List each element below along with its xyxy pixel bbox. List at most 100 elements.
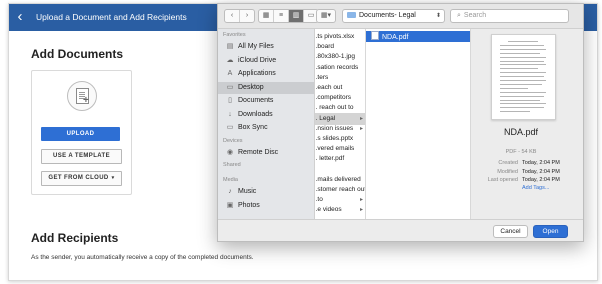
add-recipients-heading: Add Recipients <box>31 231 119 245</box>
list-item[interactable]: ...e videos ▸ <box>315 204 365 216</box>
search-placeholder: Search <box>463 12 487 19</box>
preview-info-key: Last opened <box>487 177 518 183</box>
text-line <box>500 76 544 78</box>
open-button[interactable]: Open <box>533 225 568 238</box>
text-line <box>500 111 530 113</box>
text-line <box>500 91 546 93</box>
sidebar-item[interactable]: ◉ Remote Disc <box>218 147 314 159</box>
sidebar-item[interactable]: ▭ Box Sync <box>218 122 314 134</box>
document-thumbnail <box>491 34 556 120</box>
dialog-footer: Cancel Open <box>218 219 583 241</box>
path-dropdown[interactable]: Documents- Legal ⬍ <box>342 9 445 23</box>
path-label: Documents- Legal <box>359 12 416 19</box>
folder-icon: ▭ <box>226 124 234 131</box>
preview-filename: NDA.pdf <box>503 127 538 137</box>
text-line <box>500 60 544 62</box>
list-item-label: NDA.pdf <box>382 34 409 41</box>
upload-card: + UPLOAD USE A TEMPLATE GET FROM CLOUD ▾ <box>31 70 132 195</box>
add-tags-link[interactable]: Add Tags... <box>522 185 549 191</box>
sidebar-item-label: Box Sync <box>238 124 268 131</box>
sidebar-item-label: All My Files <box>238 43 274 50</box>
arrange-button[interactable]: ▦▾ <box>316 9 336 23</box>
text-line <box>500 72 546 74</box>
search-icon: ⌕ <box>457 12 461 19</box>
text-line <box>500 83 542 85</box>
sidebar-section-label: Media <box>223 177 238 183</box>
back-button[interactable]: ‹ <box>225 10 240 22</box>
music-icon: ♪ <box>228 188 232 195</box>
text-line <box>500 95 544 97</box>
sidebar-item[interactable]: ▯ Documents <box>218 95 314 107</box>
preview-info-key: Created <box>498 160 518 166</box>
dialog-sidebar: Favorites ▤ All My Files ☁ iCloud Drive A Appl… <box>218 29 315 219</box>
recipients-note: As the sender, you automatically receive… <box>31 254 254 261</box>
sidebar-item[interactable]: ☁ iCloud Drive <box>218 55 314 67</box>
sidebar-item[interactable]: ▤ All My Files <box>218 41 314 53</box>
desktop-icon: ▭ <box>226 83 234 91</box>
sidebar-item[interactable]: ▭ Desktop <box>218 81 314 94</box>
folder-icon <box>347 12 356 18</box>
preview-info-key: Modified <box>497 168 518 175</box>
text-line <box>500 87 528 89</box>
text-line <box>500 80 546 81</box>
text-line <box>500 103 546 105</box>
all-files-icon: ▤ <box>226 43 234 50</box>
arrange-icon: ▦▾ <box>320 12 332 19</box>
sidebar-item[interactable]: ▣ Photos <box>218 200 314 212</box>
text-line <box>500 99 540 101</box>
list-item-label: ...e videos <box>315 206 342 214</box>
page-title: Upload a Document and Add Recipients <box>36 12 187 22</box>
preview-info-row: Created Today, 2:04 PM <box>471 159 576 167</box>
text-line <box>500 64 546 66</box>
preview-info-row: Last opened Today, 2:04 PM <box>471 176 576 184</box>
sidebar-item[interactable]: ♪ Music <box>218 186 314 198</box>
chevron-left-icon[interactable]: ‹ <box>12 8 28 26</box>
sidebar-item[interactable]: ↓ Downloads <box>218 109 314 121</box>
icon-view-icon[interactable]: ▦ <box>259 10 274 22</box>
text-line <box>500 44 544 46</box>
sidebar-section-label: Favorites <box>223 32 246 38</box>
sidebar-item-label: Documents <box>238 97 274 104</box>
sidebar-item-label: iCloud Drive <box>238 56 277 64</box>
file-open-dialog: ‹ › ▦ ≡ ▥ ▭ ▦▾ Documents- Legal ⬍ ⌕ Searc… <box>217 3 584 242</box>
text-line <box>500 56 546 58</box>
add-document-icon: + <box>67 81 97 111</box>
chevron-updown-icon: ⬍ <box>435 13 441 19</box>
sidebar-item-label: Remote Disc <box>238 148 279 156</box>
preview-info-row: Modified Today, 2:04 PM <box>471 168 576 176</box>
text-line <box>508 41 538 42</box>
nav-buttons: ‹ › <box>224 9 255 23</box>
add-documents-heading: Add Documents <box>31 47 124 61</box>
forward-button[interactable]: › <box>240 10 254 22</box>
cancel-button[interactable]: Cancel <box>493 225 528 238</box>
search-input[interactable]: ⌕ Search <box>450 9 569 23</box>
get-from-cloud-label: GET FROM CLOUD <box>48 175 109 181</box>
downloads-icon: ↓ <box>228 110 232 118</box>
sidebar-section-label: Shared <box>223 162 241 168</box>
pdf-file-icon <box>371 31 379 40</box>
text-line <box>500 48 546 50</box>
sidebar-item-label: Music <box>238 188 257 195</box>
disc-icon: ◉ <box>226 148 234 156</box>
preview-info-value: Today, 2:04 PM <box>522 160 560 166</box>
applications-icon: A <box>227 70 233 77</box>
chevron-right-icon: ▸ <box>359 207 363 214</box>
dialog-toolbar: ‹ › ▦ ≡ ▥ ▭ ▦▾ Documents- Legal ⬍ ⌕ Searc… <box>218 4 583 29</box>
list-view-icon[interactable]: ≡ <box>274 10 289 22</box>
get-from-cloud-button[interactable]: GET FROM CLOUD ▾ <box>41 171 122 186</box>
text-line <box>500 52 540 54</box>
browser-column-1: ...ts pivots.xlsx...board...80x380-1.jpg… <box>315 29 366 219</box>
upload-button[interactable]: UPLOAD <box>41 127 120 141</box>
column-view-icon[interactable]: ▥ <box>289 10 304 22</box>
sidebar-section-label: Devices <box>223 137 243 144</box>
preview-info-value: Today, 2:04 PM <box>522 168 560 175</box>
cloud-icon: ☁ <box>226 56 234 64</box>
sidebar-item-label: Desktop <box>238 83 264 91</box>
sidebar-item-label: Photos <box>238 201 260 209</box>
use-template-button[interactable]: USE A TEMPLATE <box>41 149 122 164</box>
sidebar-item-label: Applications <box>238 70 276 77</box>
sidebar-item[interactable]: A Applications <box>218 68 314 80</box>
preview-meta: PDF - 54 KB <box>505 149 537 155</box>
list-item-selected[interactable]: NDA.pdf <box>366 31 470 42</box>
preview-info-value: Today, 2:04 PM <box>522 177 560 183</box>
